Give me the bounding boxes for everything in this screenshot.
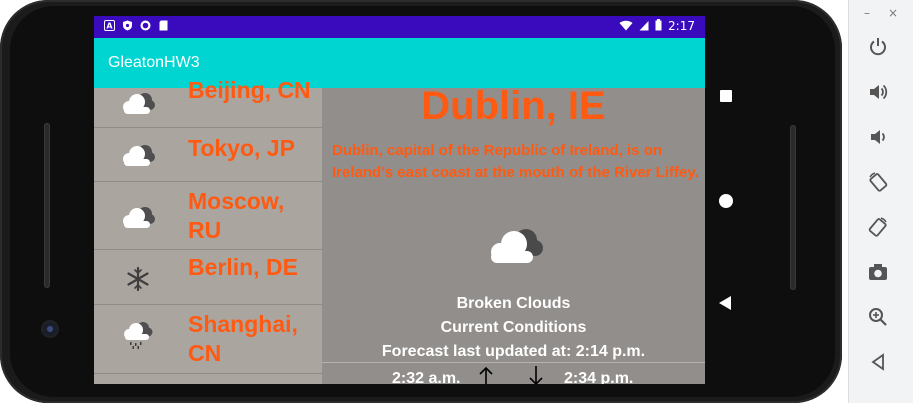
rain-cloud-icon [116,319,160,349]
camera-icon[interactable] [865,259,891,285]
broken-clouds-icon [480,224,550,270]
snowflake-icon [116,264,160,294]
app-title: GleatonHW3 [108,54,200,71]
sunrise-time: 2:32 a.m. [392,370,461,384]
status-time: 2:17 [668,19,695,33]
sunset-time: 2:34 p.m. [564,370,634,384]
svg-text:A: A [106,22,113,31]
notification-a-icon: A [104,20,115,31]
list-item[interactable]: Moscow, RU [94,182,322,250]
city-list[interactable]: Beijing, CN Tokyo, JP Moscow, RU Berlin,… [94,77,322,384]
status-bar: A 2:17 [94,16,705,38]
record-icon [140,20,151,31]
signal-icon [639,20,649,34]
close-button[interactable]: × [888,6,898,20]
list-item[interactable]: Berlin, DE [94,250,322,305]
home-button[interactable] [719,194,733,208]
speaker-grille-left [44,123,50,288]
power-icon[interactable] [865,34,891,60]
current-conditions-label: Current Conditions [440,319,587,336]
arrow-up-icon [479,366,493,384]
list-item[interactable]: Beijing, CN [94,76,322,128]
list-item[interactable]: Tokyo, JP [94,128,322,182]
weather-conditions: Broken Clouds Current Conditions Forecas… [322,292,705,364]
city-name: Shanghai, CN [188,311,298,366]
cloud-icon [116,202,160,232]
city-name: Moscow, RU [188,188,285,243]
shield-icon [122,20,133,31]
volume-down-icon[interactable] [865,124,891,150]
recents-button[interactable] [720,90,732,102]
list-item-partial[interactable] [94,374,322,384]
front-camera [43,322,57,336]
back-button[interactable] [719,296,731,310]
speaker-grille-right [790,125,796,290]
detail-city-title: Dublin, IE [421,84,606,128]
minimize-button[interactable]: – [864,6,870,20]
divider [322,362,705,363]
city-description: Dublin, capital of the Republic of Irela… [332,142,699,181]
city-name: Beijing, CN [188,77,311,103]
cloud-icon [116,140,160,170]
rotate-left-icon[interactable] [865,169,891,195]
sd-card-icon [158,20,169,31]
list-item[interactable]: Shanghai, CN [94,305,322,374]
forecast-updated: Forecast last updated at: 2:14 p.m. [381,343,646,360]
back-icon[interactable] [865,349,891,375]
detail-panel: Dublin, IE Dublin, capital of the Republ… [322,84,705,384]
volume-up-icon[interactable] [865,79,891,105]
rotate-right-icon[interactable] [865,214,891,240]
system-nav-bar [705,16,747,384]
city-name: Berlin, DE [188,254,298,280]
wifi-icon [619,20,633,34]
arrow-down-icon [529,366,543,384]
cloud-icon [116,88,160,118]
battery-icon [655,19,662,34]
city-name: Tokyo, JP [188,135,295,161]
emulator-toolbar: – × [848,0,913,403]
zoom-icon[interactable] [865,304,891,330]
condition-label: Broken Clouds [456,295,571,312]
device-screen: A 2:17 GleatonHW3 Beijing, CN Tokyo, JP … [94,16,705,384]
sun-times: 2:32 a.m. 2:34 p.m. [322,366,705,384]
